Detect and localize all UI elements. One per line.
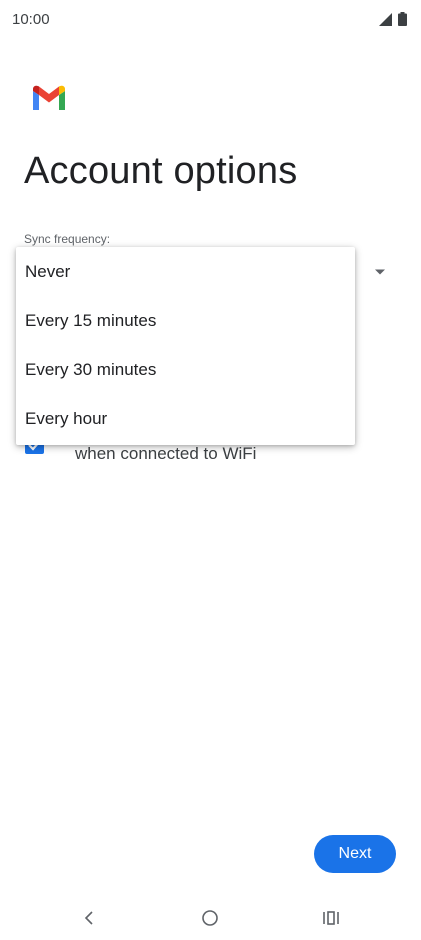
- status-time: 10:00: [12, 11, 50, 28]
- navigation-bar: [0, 895, 421, 940]
- dropdown-arrow-icon[interactable]: [374, 268, 386, 276]
- home-icon: [202, 910, 218, 926]
- next-button[interactable]: Next: [314, 835, 396, 873]
- menu-item-every-hour[interactable]: Every hour: [16, 394, 355, 443]
- status-bar: 10:00: [0, 0, 421, 40]
- sync-frequency-menu: Never Every 15 minutes Every 30 minutes …: [16, 247, 355, 445]
- status-icons: [379, 12, 407, 26]
- back-icon: [84, 911, 93, 925]
- sync-frequency-label: Sync frequency:: [24, 232, 111, 246]
- menu-item-every-15-minutes[interactable]: Every 15 minutes: [16, 296, 355, 345]
- cell-signal-icon: [379, 12, 392, 26]
- home-button[interactable]: [195, 903, 225, 933]
- back-button[interactable]: [74, 903, 104, 933]
- page-title: Account options: [24, 150, 298, 192]
- gmail-logo: [33, 85, 65, 110]
- recents-button[interactable]: [316, 903, 346, 933]
- menu-item-never[interactable]: Never: [16, 247, 355, 296]
- battery-icon: [398, 12, 407, 26]
- recents-icon: [323, 911, 339, 925]
- wifi-checkbox-label: when connected to WiFi: [75, 444, 257, 463]
- menu-item-every-30-minutes[interactable]: Every 30 minutes: [16, 345, 355, 394]
